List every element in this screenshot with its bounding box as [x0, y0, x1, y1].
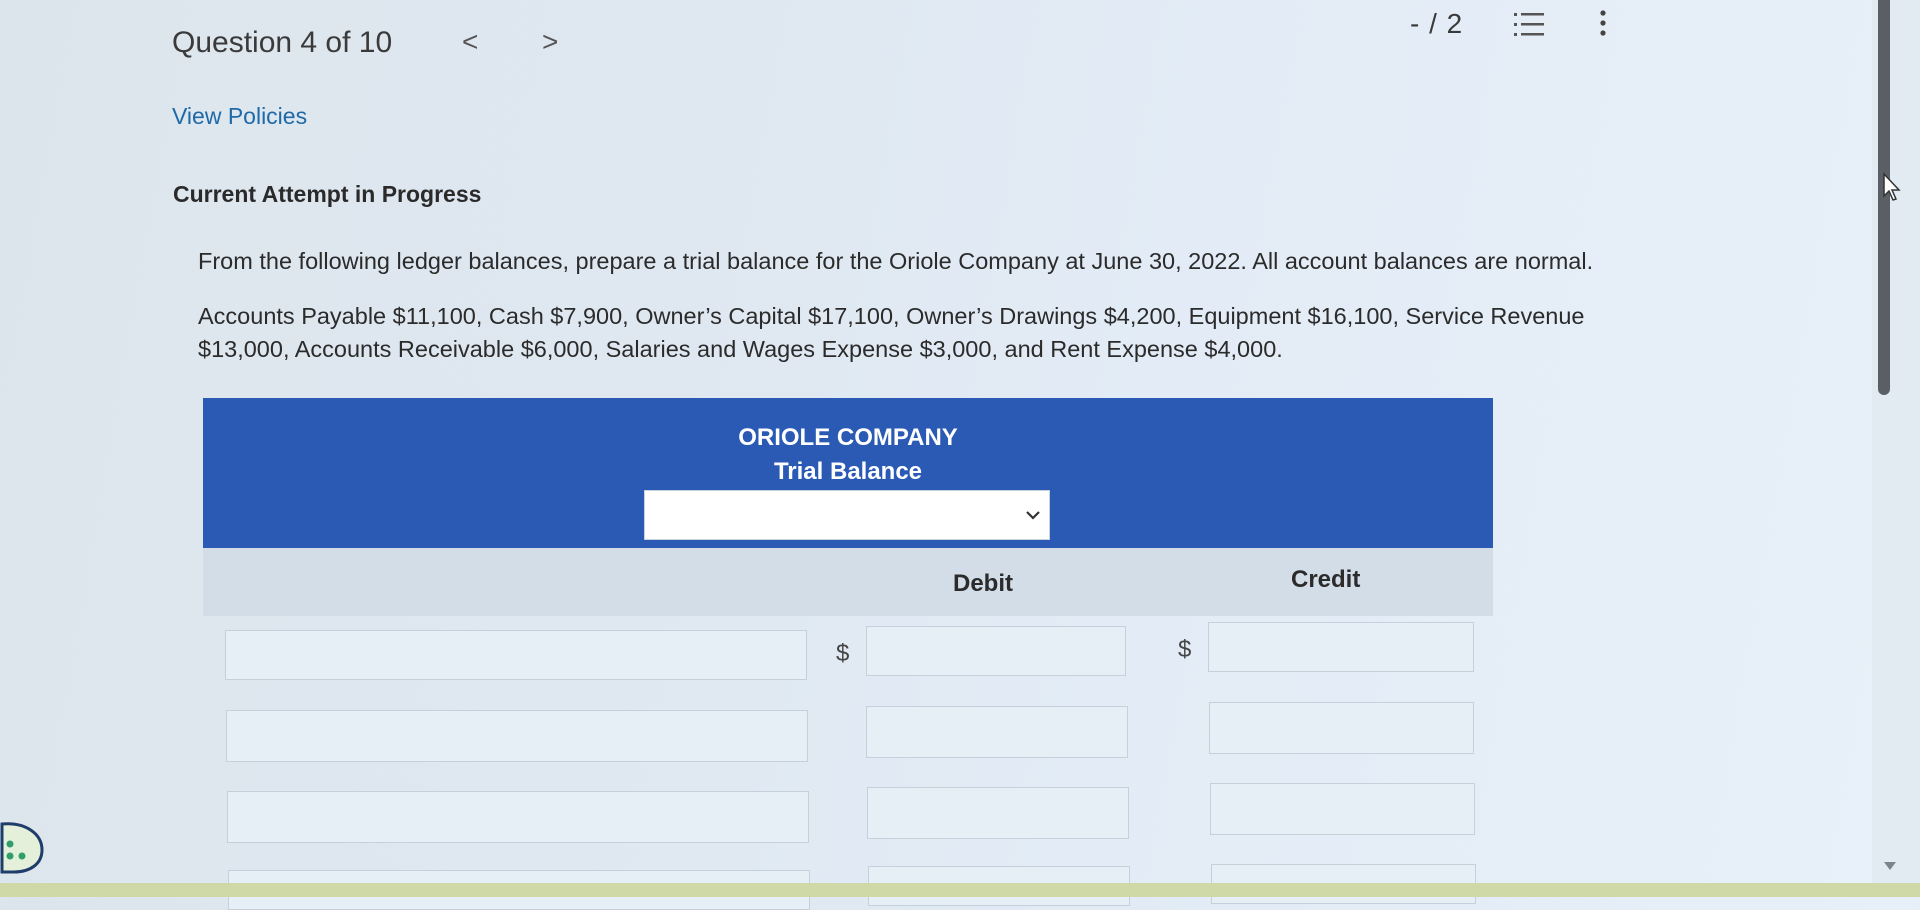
credit-column-header: Credit: [1291, 566, 1361, 593]
help-chat-icon[interactable]: [0, 818, 46, 876]
debit-input[interactable]: [867, 787, 1129, 839]
question-prompt: From the following ledger balances, prep…: [198, 248, 1594, 274]
company-name: ORIOLE COMPANY: [738, 424, 958, 451]
account-input[interactable]: [227, 791, 809, 843]
credit-input[interactable]: [1208, 622, 1474, 672]
trial-balance-header: ORIOLE COMPANY Trial Balance: [203, 398, 1493, 560]
date-dropdown[interactable]: [644, 490, 1050, 540]
debit-column-header: Debit: [953, 570, 1013, 597]
question-counter: Question 4 of 10: [172, 26, 393, 59]
credit-input[interactable]: [1210, 783, 1475, 835]
account-input[interactable]: [225, 630, 807, 680]
list-icon[interactable]: [1512, 8, 1546, 42]
attempt-status: Current Attempt in Progress: [173, 181, 482, 207]
previous-question-button[interactable]: <: [462, 26, 478, 58]
more-vertical-icon[interactable]: [1594, 6, 1612, 42]
currency-symbol: $: [1178, 636, 1192, 663]
view-policies-link[interactable]: View Policies: [172, 103, 307, 130]
currency-symbol: $: [836, 640, 850, 667]
chevron-down-icon: [1026, 511, 1040, 520]
bottom-edge: [0, 883, 1920, 897]
debit-input[interactable]: [866, 706, 1128, 758]
statement-title: Trial Balance: [773, 458, 923, 485]
mouse-pointer-icon: [1883, 172, 1901, 201]
scroll-down-arrow-icon[interactable]: [1882, 860, 1898, 872]
credit-input[interactable]: [1209, 702, 1474, 754]
score-display: - / 2: [1410, 8, 1464, 39]
ledger-balances-text: Accounts Payable $11,100, Cash $7,900, O…: [198, 303, 1585, 362]
column-header-row: Debit Credit: [203, 548, 1493, 616]
account-input[interactable]: [226, 710, 808, 762]
debit-input[interactable]: [866, 626, 1126, 676]
next-question-button[interactable]: >: [542, 26, 558, 58]
